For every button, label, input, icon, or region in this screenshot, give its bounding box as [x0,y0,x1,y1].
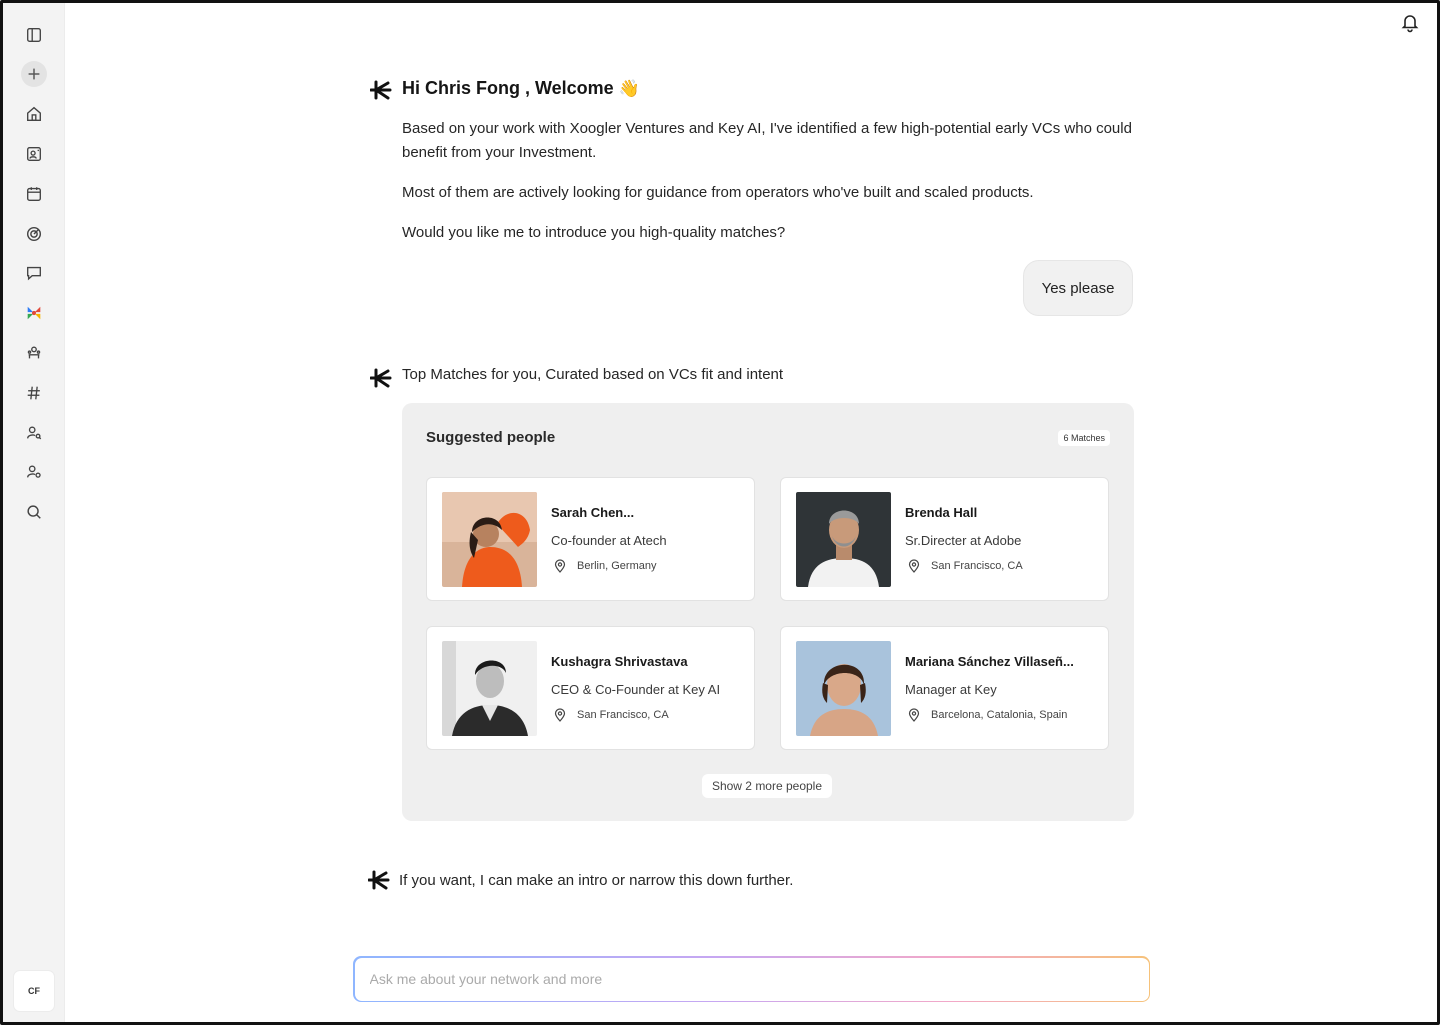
person-role: CEO & Co-Founder at Key AI [551,682,721,697]
group-icon[interactable] [22,341,46,365]
person-card[interactable]: Mariana Sánchez Villaseñ... Manager at K… [780,626,1109,750]
sidebar-toggle-icon[interactable] [22,23,46,47]
chat-input[interactable] [354,957,1149,1001]
location-pin-icon [554,708,566,722]
sidebar: CF [3,3,65,1022]
person-role: Sr.Directer at Adobe [905,533,1022,548]
person-card[interactable]: Brenda Hall Sr.Directer at Adobe San Fra… [780,477,1109,601]
person-name: Mariana Sánchez Villaseñ... [905,654,1074,669]
asterisk-logo-icon [370,80,392,100]
person-card[interactable]: Kushagra Shrivastava CEO & Co-Founder at… [426,626,755,750]
apps-icon[interactable] [22,301,46,325]
closing-message: If you want, I can make an intro or narr… [399,872,794,889]
person-location: Berlin, Germany [577,560,657,572]
matches-count-badge: 6 Matches [1058,430,1110,446]
person-photo [796,492,891,587]
matches-intro: Top Matches for you, Curated based on VC… [402,366,784,383]
analytics-icon[interactable] [22,222,46,246]
person-name: Brenda Hall [905,505,978,520]
app-window: CF Hi Chris Fong , Welcome 👋 Based on yo… [0,0,1440,1025]
location-pin-icon [554,559,566,573]
location-pin-icon [908,559,920,573]
search-icon[interactable] [22,500,46,524]
chat-icon[interactable] [22,261,46,285]
person-location: San Francisco, CA [577,709,669,721]
hashtag-icon[interactable] [22,381,46,405]
person-name: Kushagra Shrivastava [551,654,688,669]
person-card[interactable]: Sarah Chen... Co-founder at Atech Berlin… [426,477,755,601]
person-location: Barcelona, Catalonia, Spain [931,709,1068,721]
chat-input-wrapper [353,956,1150,1002]
assistant-message-3: Would you like me to introduce you high-… [402,224,786,241]
suggested-people-panel: Suggested people 6 Matches Sarah Chen...… [402,403,1134,821]
person-name: Sarah Chen... [551,505,635,520]
user-message-bubble: Yes please [1023,260,1133,316]
person-role: Co-founder at Atech [551,533,667,548]
asterisk-logo-icon [370,368,392,388]
plus-icon[interactable] [21,61,47,87]
show-more-button[interactable]: Show 2 more people [702,774,832,798]
person-search-icon[interactable] [22,421,46,445]
contacts-icon[interactable] [22,142,46,166]
person-photo [442,641,537,736]
location-pin-icon [908,708,920,722]
person-photo [796,641,891,736]
asterisk-logo-icon [368,870,390,890]
wave-emoji: 👋 [618,79,640,98]
person-location: San Francisco, CA [931,560,1023,572]
panel-title: Suggested people [426,429,556,446]
assistant-message-2: Most of them are actively looking for gu… [402,184,1034,201]
home-icon[interactable] [22,102,46,126]
greeting-text: Hi Chris Fong , Welcome [402,78,614,98]
person-photo [442,492,537,587]
person-settings-icon[interactable] [22,460,46,484]
user-avatar[interactable]: CF [14,971,54,1011]
calendar-icon[interactable] [22,182,46,206]
person-role: Manager at Key [905,682,997,697]
greeting-title: Hi Chris Fong , Welcome 👋 [402,78,640,99]
assistant-message-1: Based on your work with Xoogler Ventures… [402,120,1132,161]
bell-icon[interactable] [1399,11,1421,33]
